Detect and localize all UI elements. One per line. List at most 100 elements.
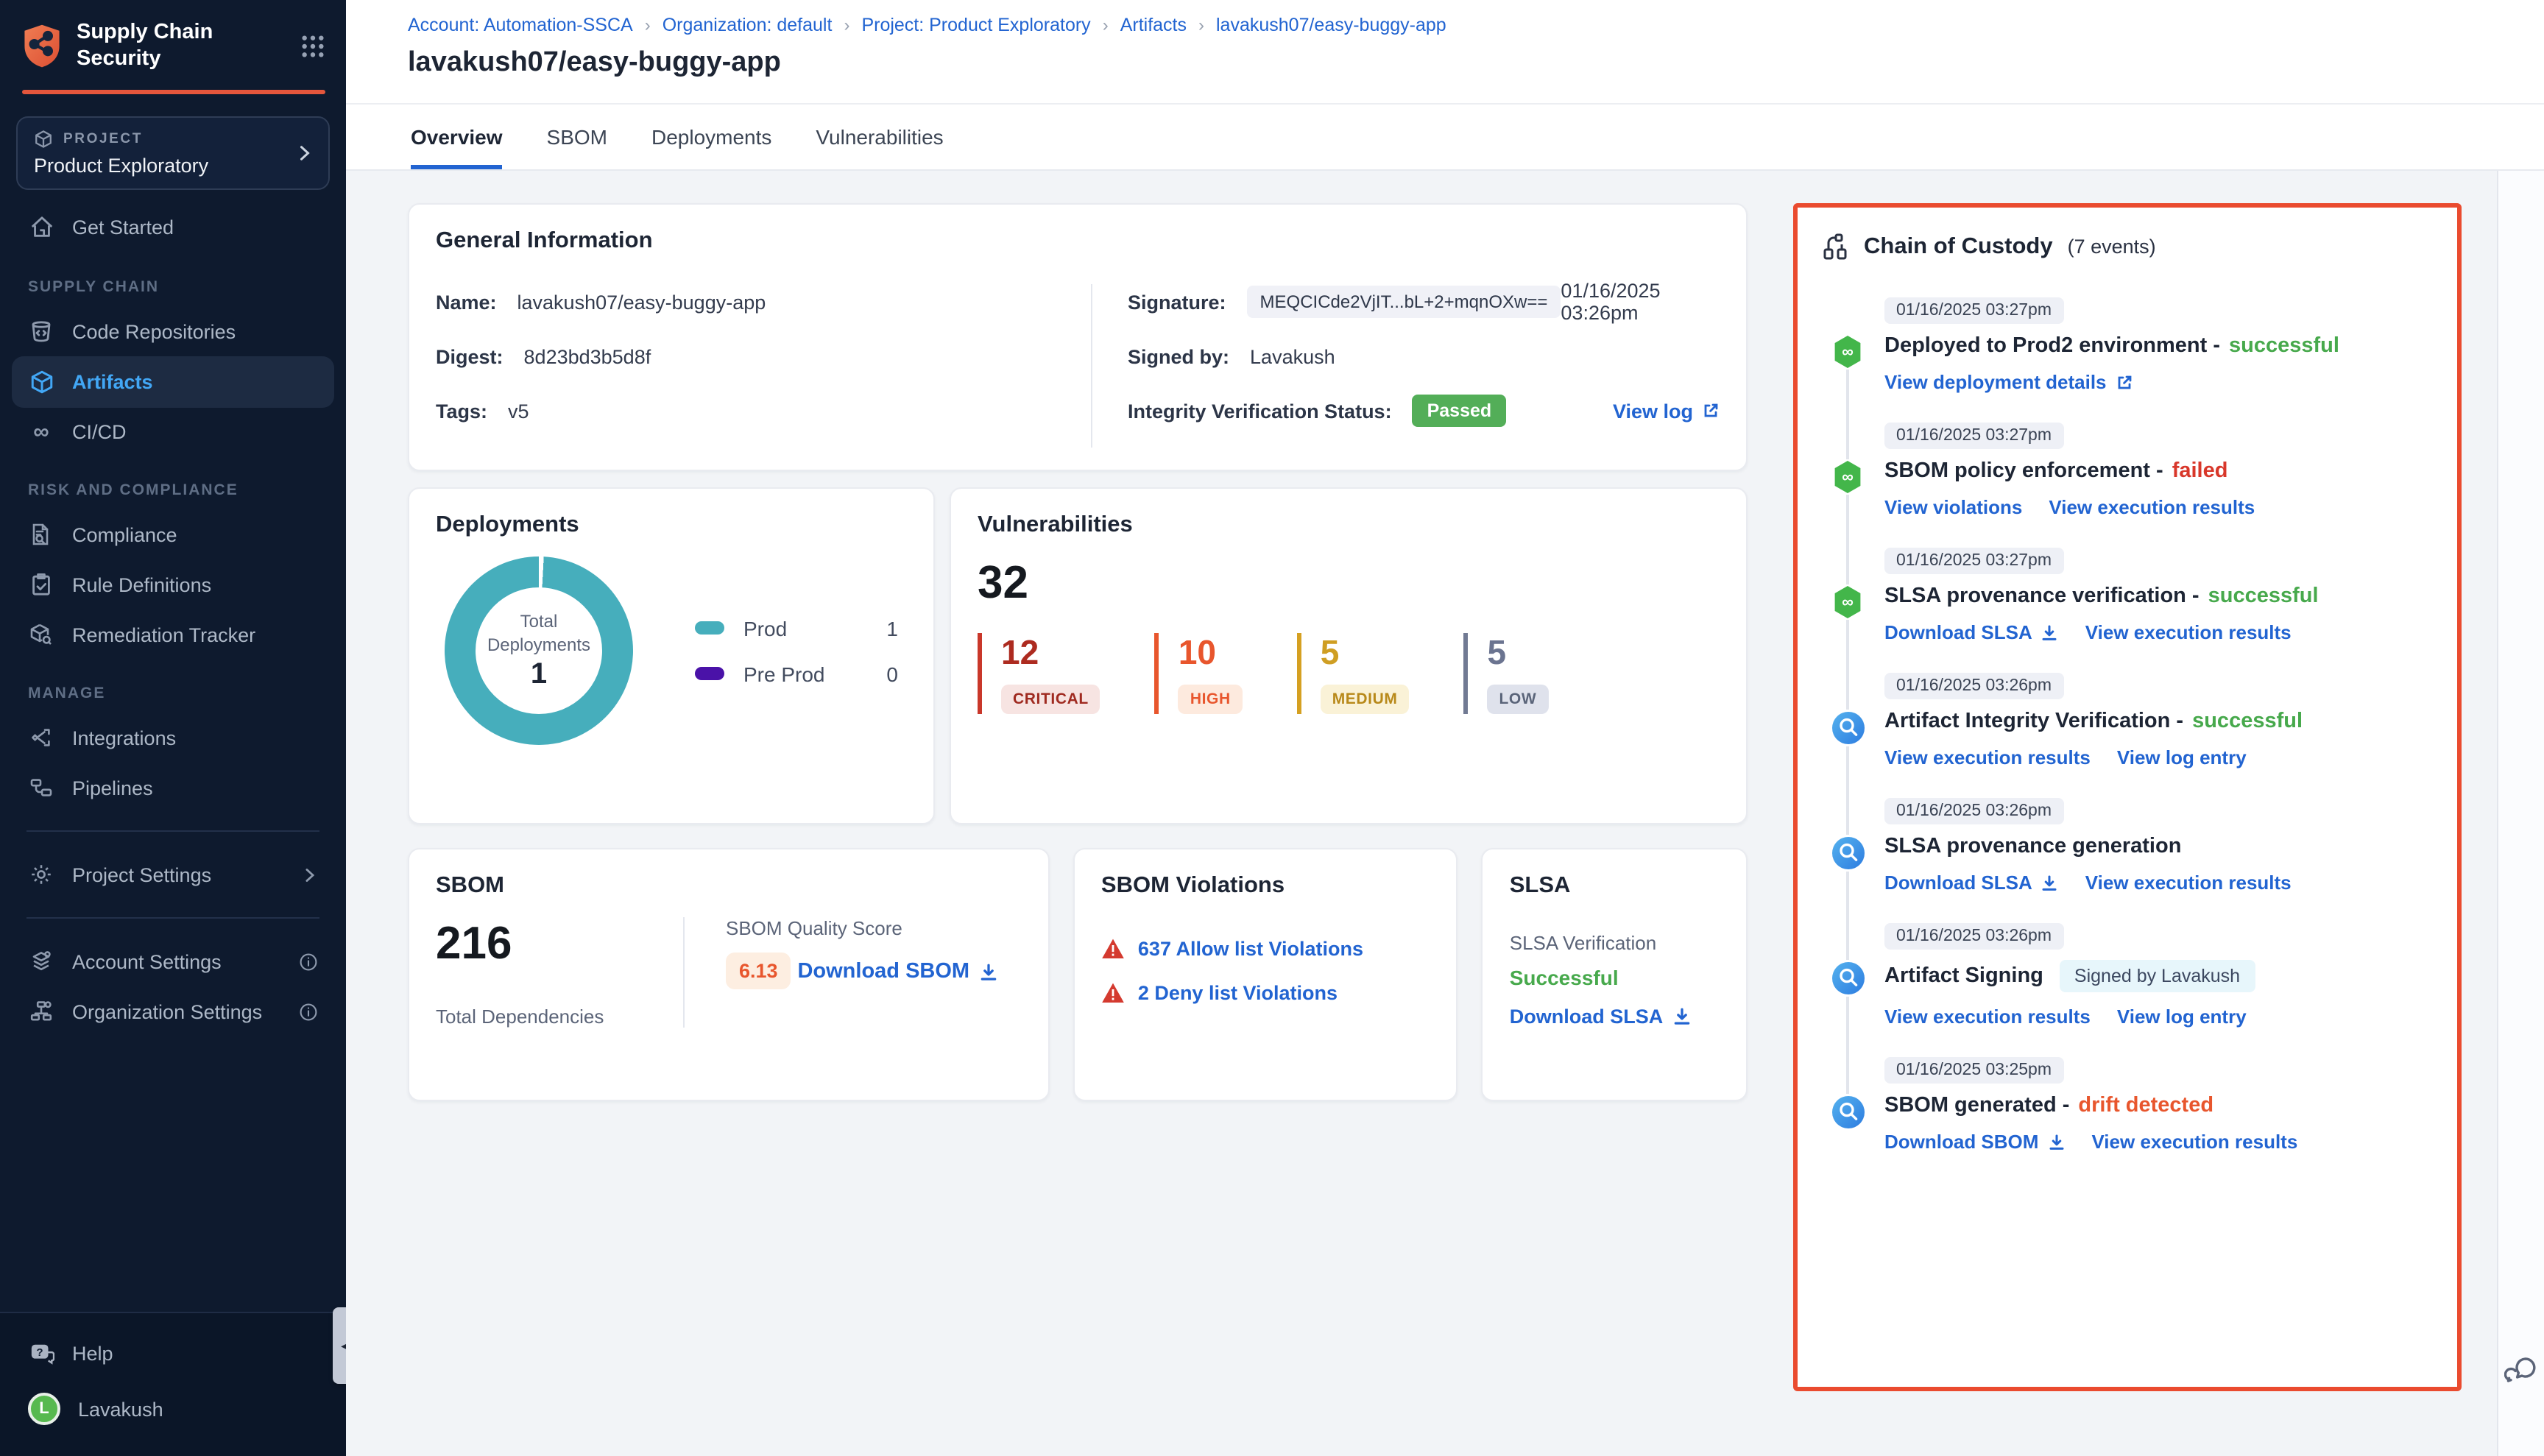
view-execution-results-link[interactable]: View execution results	[1884, 1006, 2091, 1028]
view-execution-results-link[interactable]: View execution results	[2049, 496, 2255, 518]
view-execution-results-link[interactable]: View execution results	[2085, 621, 2292, 643]
chain-event: 01/16/2025 03:26pm Artifact Integrity Ve…	[1829, 671, 2434, 796]
app-root: Supply Chain Security PROJECT	[0, 0, 2544, 1456]
severity-count: 5	[1488, 633, 1549, 673]
layers-gear-icon	[28, 950, 54, 974]
event-timestamp: 01/16/2025 03:27pm	[1884, 423, 2063, 449]
legend-swatch-prod	[695, 621, 724, 635]
breadcrumb-artifacts[interactable]: Artifacts	[1120, 15, 1187, 35]
tab-sbom[interactable]: SBOM	[547, 125, 607, 169]
sidebar-item-help[interactable]: ? Help	[12, 1328, 334, 1379]
svg-text:?: ?	[35, 1346, 42, 1359]
view-log-entry-link[interactable]: View log entry	[2117, 746, 2247, 768]
download-icon	[2047, 1133, 2065, 1151]
sidebar-item-user[interactable]: L Lavakush	[12, 1379, 334, 1438]
view-deployment-details-link[interactable]: View deployment details	[1884, 371, 2133, 393]
severity-badge: HIGH	[1179, 685, 1243, 714]
sidebar-item-project-settings[interactable]: Project Settings	[12, 850, 334, 900]
download-slsa-link[interactable]: Download SLSA	[1884, 872, 2059, 894]
chain-of-custody-panel: Chain of Custody (7 events) ∞ 01/16/2025…	[1793, 203, 2462, 1391]
sidebar-item-rule-definitions[interactable]: Rule Definitions	[12, 560, 334, 610]
sidebar-header: Supply Chain Security	[0, 0, 346, 86]
severity-high: 10 HIGH	[1155, 633, 1243, 714]
legend-label: Pre Prod	[743, 662, 825, 685]
breadcrumb-artifact-name[interactable]: lavakush07/easy-buggy-app	[1216, 15, 1446, 35]
download-slsa-link[interactable]: Download SLSA	[1884, 621, 2059, 643]
view-execution-results-link[interactable]: View execution results	[2091, 1131, 2297, 1153]
download-slsa-link[interactable]: Download SLSA	[1510, 1006, 1692, 1028]
right-rail	[2497, 171, 2544, 1456]
deny-list-violations-link[interactable]: 2 Deny list Violations	[1138, 982, 1338, 1004]
info-icon[interactable]	[299, 953, 318, 972]
scanner-icon	[1831, 711, 1865, 745]
chain-events-list: ∞ 01/16/2025 03:27pm Deployed to Prod2 e…	[1821, 296, 2434, 1181]
tab-vulnerabilities[interactable]: Vulnerabilities	[816, 125, 943, 169]
app-grid-icon[interactable]	[300, 33, 325, 58]
allow-list-violations-link[interactable]: 637 Allow list Violations	[1138, 938, 1363, 960]
sidebar-item-integrations[interactable]: Integrations	[12, 713, 334, 763]
scanner-icon	[1831, 961, 1865, 995]
sidebar-item-get-started[interactable]: Get Started	[12, 202, 334, 254]
sidebar-item-label: Pipelines	[72, 777, 153, 799]
sidebar-item-remediation-tracker[interactable]: Remediation Tracker	[12, 610, 334, 660]
view-execution-results-link[interactable]: View execution results	[2085, 872, 2292, 894]
event-title: SLSA provenance verification -	[1884, 584, 2200, 608]
breadcrumb-separator: ›	[844, 15, 849, 35]
content: General Information Name:lavakush07/easy…	[346, 171, 2544, 1456]
view-log-entry-link[interactable]: View log entry	[2117, 1006, 2247, 1028]
sidebar-item-artifacts[interactable]: Artifacts	[12, 357, 334, 409]
scanner-icon	[1831, 836, 1865, 870]
sbom-card: SBOM 216 Total Dependencies SBOM Quality…	[408, 848, 1050, 1101]
sidebar-item-organization-settings[interactable]: Organization Settings	[12, 987, 334, 1037]
pipeline-stage-icon: ∞	[1830, 334, 1865, 370]
chevron-right-icon	[302, 867, 318, 883]
event-status: successful	[2208, 584, 2319, 608]
pipeline-stage-icon: ∞	[1830, 584, 1865, 620]
download-sbom-link[interactable]: Download SBOM	[1884, 1131, 2065, 1153]
project-eyebrow-label: PROJECT	[63, 132, 143, 148]
slsa-card: SLSA SLSA Verification Successful Downlo…	[1482, 848, 1748, 1101]
sidebar-item-label: Remediation Tracker	[72, 624, 255, 646]
breadcrumb-account[interactable]: Account: Automation-SSCA	[408, 15, 633, 35]
divider	[26, 918, 319, 919]
sidebar-item-pipelines[interactable]: Pipelines	[12, 763, 334, 813]
event-status: successful	[2229, 334, 2339, 358]
sidebar-dock: ? Help L Lavakush	[0, 1312, 346, 1456]
card-title: Vulnerabilities	[978, 512, 1720, 539]
chain-events-count: (7 events)	[2068, 236, 2156, 258]
view-violations-link[interactable]: View violations	[1884, 496, 2022, 518]
sidebar-item-account-settings[interactable]: Account Settings	[12, 937, 334, 987]
sidebar-section-risk-compliance: RISK AND COMPLIANCE	[12, 457, 334, 510]
sidebar-item-compliance[interactable]: Compliance	[12, 510, 334, 560]
view-execution-results-link[interactable]: View execution results	[1884, 746, 2091, 768]
breadcrumb-project[interactable]: Project: Product Exploratory	[861, 15, 1090, 35]
tab-overview[interactable]: Overview	[411, 125, 503, 169]
sidebar-item-code-repositories[interactable]: Code Repositories	[12, 307, 334, 357]
breadcrumb-organization[interactable]: Organization: default	[662, 15, 833, 35]
user-name: Lavakush	[78, 1398, 163, 1420]
view-log-link[interactable]: View log	[1613, 400, 1720, 422]
tags-value: v5	[508, 400, 529, 422]
sbom-quality-score-label: SBOM Quality Score	[726, 917, 997, 939]
tab-deployments[interactable]: Deployments	[651, 125, 771, 169]
event-title: Artifact Integrity Verification -	[1884, 710, 2183, 733]
sidebar-section-manage: MANAGE	[12, 660, 334, 713]
info-icon[interactable]	[299, 1003, 318, 1022]
download-icon	[2041, 874, 2059, 891]
severity-count: 12	[1001, 633, 1100, 673]
event-timestamp: 01/16/2025 03:26pm	[1884, 798, 2063, 824]
external-link-icon	[1702, 402, 1720, 420]
sidebar-item-cicd[interactable]: ∞ CI/CD	[12, 409, 334, 457]
cube-wrench-icon	[28, 623, 54, 647]
donut-center-label: Total Deployments	[476, 609, 602, 657]
sidebar-item-label: Get Started	[72, 217, 174, 239]
donut-total-value: 1	[531, 658, 547, 692]
document-search-icon	[28, 523, 54, 547]
signed-by-value: Lavakush	[1250, 345, 1335, 367]
chain-event: 01/16/2025 03:26pm SLSA provenance gener…	[1829, 796, 2434, 922]
status-badge-passed: Passed	[1413, 395, 1507, 427]
support-chat-icon[interactable]	[2504, 1353, 2540, 1388]
project-selector[interactable]: PROJECT Product Exploratory	[16, 117, 330, 191]
download-sbom-link[interactable]: Download SBOM	[797, 960, 997, 983]
project-name: Product Exploratory	[34, 155, 312, 177]
